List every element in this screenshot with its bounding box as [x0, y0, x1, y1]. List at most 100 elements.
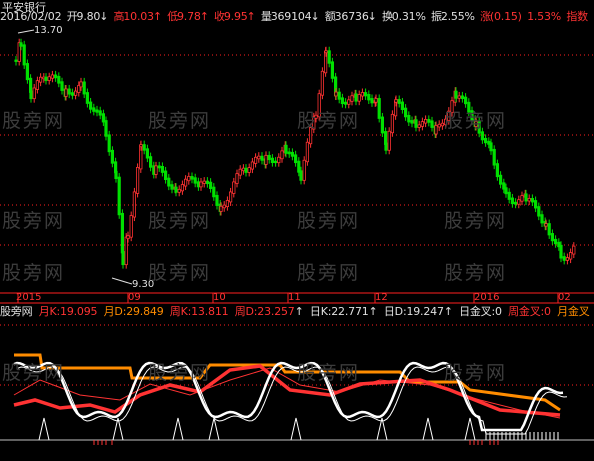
candle-body: [39, 76, 43, 83]
candle-body: [334, 91, 338, 97]
candle-body: [132, 191, 136, 218]
candle-body: [524, 193, 528, 202]
weekD-value: 23.257: [257, 305, 295, 318]
candle-body: [199, 181, 203, 188]
candle-body: [324, 50, 328, 54]
candle-body: [148, 156, 153, 168]
candle-body: [302, 159, 306, 181]
candle-body: [434, 125, 438, 135]
low-marker-line: [111, 277, 133, 285]
candle-body: [534, 200, 538, 209]
candle-body: [414, 119, 418, 128]
candle-body: [170, 184, 174, 190]
candle-body: [377, 98, 381, 119]
candle-body: [193, 177, 197, 184]
candle-body: [160, 166, 164, 173]
high-price-mark: 13.70: [34, 25, 63, 36]
candle-body: [530, 198, 535, 203]
amount-value: 36736: [334, 10, 369, 23]
axis-label-11: 11: [288, 292, 301, 303]
candle-body: [367, 94, 371, 101]
watermark: 股旁网: [444, 262, 508, 284]
candle-body: [183, 178, 188, 187]
candle-body: [126, 235, 130, 240]
candle-body: [244, 167, 248, 173]
signal-spike: [38, 417, 50, 441]
volume-value: 369104: [270, 10, 312, 23]
candle-body: [215, 194, 219, 206]
watermark: 股旁网: [297, 262, 361, 284]
candle-body: [250, 161, 254, 170]
watermark: 股旁网: [297, 210, 361, 232]
candle-body: [520, 195, 524, 202]
candle-body: [25, 63, 30, 81]
signal-spike: [464, 417, 476, 441]
candle-body: [139, 144, 143, 148]
watermark: 股旁网: [297, 110, 361, 132]
candle-body: [547, 223, 551, 236]
change-pct-value: 1.53%: [527, 10, 562, 23]
candle-body: [145, 148, 149, 159]
candle-body: [540, 214, 544, 224]
candle-body: [95, 109, 99, 113]
candle-body: [47, 76, 51, 81]
candle-body: [550, 233, 555, 242]
axis-label-12: 12: [375, 292, 388, 303]
change-value: (0.15): [489, 10, 522, 23]
candle-body: [460, 95, 465, 100]
candle-body: [29, 90, 33, 100]
candle-body: [54, 74, 58, 79]
candle-body: [114, 170, 118, 179]
watermark: 股旁网: [148, 110, 212, 132]
candle-body: [67, 88, 71, 95]
candle-body: [129, 215, 133, 238]
weekK-label: 周K:: [169, 305, 192, 318]
candle-body: [400, 101, 405, 111]
candle-body: [517, 199, 521, 205]
candle-body: [98, 110, 102, 116]
candle-body: [492, 148, 496, 166]
index-label: 指数: [566, 10, 588, 23]
candle-body: [403, 107, 408, 118]
watermark: 股旁网: [444, 362, 508, 384]
candle-body: [498, 174, 503, 185]
candle-body: [154, 165, 158, 175]
candle-body: [117, 176, 121, 216]
axis-label-2016: 2016: [474, 292, 500, 303]
monthD-label: 月D:: [103, 305, 127, 318]
candle-body: [483, 137, 488, 144]
candle-body: [157, 165, 161, 169]
candle-body: [277, 156, 281, 164]
candle-body: [202, 180, 206, 184]
candle-body: [238, 168, 242, 176]
candle-body: [284, 144, 288, 154]
high-value: 10.03: [123, 10, 154, 23]
watermark: 股旁网: [148, 210, 212, 232]
signal-spike: [422, 417, 434, 441]
candle-body: [50, 74, 55, 79]
indicator-bar: 股旁网 月K:19.095 月D:29.849 周K:13.811 周D:23.…: [0, 305, 590, 318]
dayD-label: 日D:: [383, 305, 407, 318]
watermark: 股旁网: [2, 262, 66, 284]
candle-body: [562, 256, 566, 261]
candle-body: [354, 93, 358, 102]
candle-body: [572, 245, 576, 255]
candle-body: [104, 120, 108, 137]
watermark: 股旁网: [148, 362, 212, 384]
candle-body: [120, 212, 124, 254]
candle-body: [384, 142, 388, 151]
candle-body: [32, 87, 36, 100]
candle-body: [463, 96, 468, 105]
candle-body: [187, 176, 191, 182]
candle-body: [107, 134, 111, 153]
candle-body: [253, 156, 258, 164]
candle-body: [247, 167, 251, 173]
candle-body: [504, 187, 508, 195]
candle-body: [19, 42, 23, 47]
candle-body: [394, 99, 398, 103]
candle-body: [70, 92, 74, 96]
candle-body: [287, 151, 291, 155]
candle-body: [305, 141, 310, 163]
signal-spike: [208, 417, 220, 441]
candle-body: [293, 154, 298, 164]
